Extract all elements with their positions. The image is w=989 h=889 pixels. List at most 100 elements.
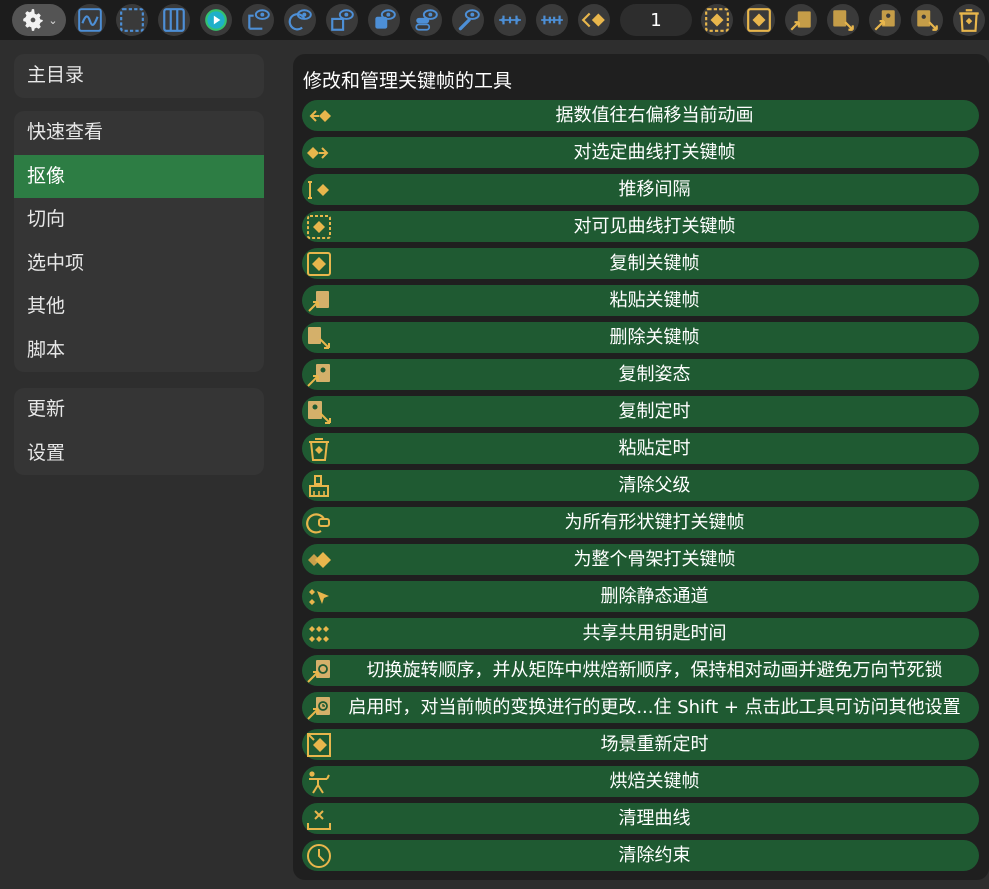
delete-key-icon	[304, 323, 333, 352]
tool-clear-constraints-button[interactable]: 清除约束	[302, 840, 979, 871]
sidebar-item-selection[interactable]: 选中项	[14, 242, 264, 286]
sidebar-item-settings[interactable]: 设置	[14, 432, 264, 476]
tool-copy-pose-button[interactable]: 复制姿态	[302, 359, 979, 390]
panel-title: 修改和管理关键帧的工具	[303, 70, 513, 92]
bake-keys-icon	[304, 767, 333, 796]
key-paste-icon	[790, 11, 811, 31]
tool-label: 清除约束	[618, 845, 691, 866]
chevron-down-icon: ⌄	[48, 13, 58, 27]
tool-clear-parent-button[interactable]: 清除父级	[302, 470, 979, 501]
tool-switch-rotation-order-button[interactable]: 切换旋转顺序，并从矩阵中烘焙新顺序，保持相对动画并避免万向节死锁	[302, 655, 979, 686]
timeline-compress-icon	[541, 15, 563, 25]
eye-toggle-button[interactable]	[410, 4, 442, 36]
tool-copy-keys-button[interactable]: 复制关键帧	[302, 248, 979, 279]
paste-key-icon	[304, 286, 333, 315]
eye-rotate-icon	[288, 9, 312, 31]
eye-axis-icon	[248, 9, 270, 30]
key-delete-button[interactable]	[827, 4, 859, 36]
graph-editor-icon	[78, 8, 102, 32]
key-armature-icon	[304, 545, 333, 574]
tool-label: 复制关键帧	[609, 253, 700, 274]
tool-paste-keys-button[interactable]: 粘贴关键帧	[302, 285, 979, 316]
eye-link-button[interactable]	[452, 4, 484, 36]
eye-toggle-icon	[415, 9, 438, 31]
tool-key-shape-keys-button[interactable]: 为所有形状键打关键帧	[302, 507, 979, 538]
eye-axis-button[interactable]	[242, 4, 274, 36]
view-toggle-button[interactable]	[158, 4, 190, 36]
tool-bake-keys-button[interactable]: 烘焙关键帧	[302, 766, 979, 797]
frame-number-field[interactable]: 1	[620, 4, 692, 36]
eye-link-icon	[458, 9, 480, 31]
clean-curve-icon	[304, 804, 333, 833]
select-visible-button[interactable]	[116, 4, 148, 36]
timeline-compress-button[interactable]	[536, 4, 568, 36]
graph-editor-button[interactable]	[74, 4, 106, 36]
key-selected-curve-icon	[304, 138, 333, 167]
tool-label: 共享共用钥匙时间	[582, 623, 727, 644]
eye-layers-button[interactable]	[368, 4, 400, 36]
tool-copy-timing-button[interactable]: 复制定时	[302, 396, 979, 427]
pose-copy-icon	[874, 10, 895, 31]
timing-paste-button[interactable]	[953, 4, 985, 36]
key-visible-icon	[705, 8, 729, 32]
sidebar-item-misc[interactable]: 其他	[14, 285, 264, 329]
tool-label: 复制姿态	[618, 364, 691, 385]
timing-copy-icon	[917, 10, 938, 31]
pose-copy-button[interactable]	[869, 4, 901, 36]
tool-list: 据数值往右偏移当前动画 对选定曲线打关键帧 推移间隔 对可见曲线打关键帧 复制关…	[302, 100, 979, 877]
tool-paste-timing-button[interactable]: 粘贴定时	[302, 433, 979, 464]
tool-label: 删除静态通道	[600, 586, 709, 607]
retime-scene-icon	[304, 730, 333, 759]
tool-label: 为所有形状键打关键帧	[564, 512, 745, 533]
sidebar-group-app: 更新 设置	[14, 388, 264, 475]
tool-key-armature-button[interactable]: 为整个骨架打关键帧	[302, 544, 979, 575]
timing-paste-icon	[959, 9, 979, 32]
eye-scale-icon	[331, 9, 354, 31]
sidebar-item-update[interactable]: 更新	[14, 388, 264, 432]
tool-delete-static-channels-button[interactable]: 删除静态通道	[302, 581, 979, 612]
select-visible-icon	[120, 8, 144, 32]
tool-retime-scene-button[interactable]: 场景重新定时	[302, 729, 979, 760]
sidebar-item-scripts[interactable]: 脚本	[14, 329, 264, 373]
transform-change-icon	[304, 693, 333, 722]
clear-constraint-icon	[304, 841, 333, 870]
timeline-spread-icon	[499, 15, 521, 25]
tool-label: 推移间隔	[618, 179, 691, 200]
key-copy-button[interactable]	[743, 4, 775, 36]
sidebar-item-keying[interactable]: 抠像	[14, 154, 264, 198]
frame-number-value: 1	[650, 9, 662, 31]
offset-key-left-icon	[304, 101, 333, 130]
delete-static-icon	[304, 582, 333, 611]
tool-delete-keys-button[interactable]: 删除关键帧	[302, 322, 979, 353]
timing-copy-button[interactable]	[911, 4, 943, 36]
settings-menu-button[interactable]: ⌄	[12, 4, 66, 36]
gear-icon	[23, 9, 44, 31]
tool-transform-change-button[interactable]: 启用时，对当前帧的变换进行的更改...住 Shift + 点击此工具可访问其他设…	[302, 692, 979, 723]
tool-label: 为整个骨架打关键帧	[573, 549, 736, 570]
tool-key-visible-curves-button[interactable]: 对可见曲线打关键帧	[302, 211, 979, 242]
tool-label: 烘焙关键帧	[609, 771, 700, 792]
eye-scale-button[interactable]	[326, 4, 358, 36]
sidebar-item-quick-view[interactable]: 快速查看	[14, 111, 264, 155]
play-icon	[205, 9, 227, 31]
tool-label: 场景重新定时	[600, 734, 709, 755]
tool-label: 切换旋转顺序，并从矩阵中烘焙新顺序，保持相对动画并避免万向节死锁	[366, 660, 943, 681]
key-left-icon	[581, 12, 605, 28]
tool-label: 对可见曲线打关键帧	[573, 216, 736, 237]
sidebar-item-main-menu[interactable]: 主目录	[14, 54, 264, 98]
tool-offset-animation-button[interactable]: 据数值往右偏移当前动画	[302, 100, 979, 131]
timeline-spread-button[interactable]	[494, 4, 526, 36]
eye-rotate-button[interactable]	[284, 4, 316, 36]
tool-label: 对选定曲线打关键帧	[573, 142, 736, 163]
tool-key-selected-curves-button[interactable]: 对选定曲线打关键帧	[302, 137, 979, 168]
tool-clean-curves-button[interactable]: 清理曲线	[302, 803, 979, 834]
key-paste-button[interactable]	[785, 4, 817, 36]
tool-push-spacing-button[interactable]: 推移间隔	[302, 174, 979, 205]
play-button[interactable]	[200, 4, 232, 36]
tool-label: 据数值往右偏移当前动画	[555, 105, 754, 126]
tool-share-key-times-button[interactable]: 共享共用钥匙时间	[302, 618, 979, 649]
key-left-button[interactable]	[578, 4, 610, 36]
tool-label: 粘贴定时	[618, 438, 691, 459]
sidebar-item-tangents[interactable]: 切向	[14, 198, 264, 242]
key-visible-button[interactable]	[701, 4, 733, 36]
